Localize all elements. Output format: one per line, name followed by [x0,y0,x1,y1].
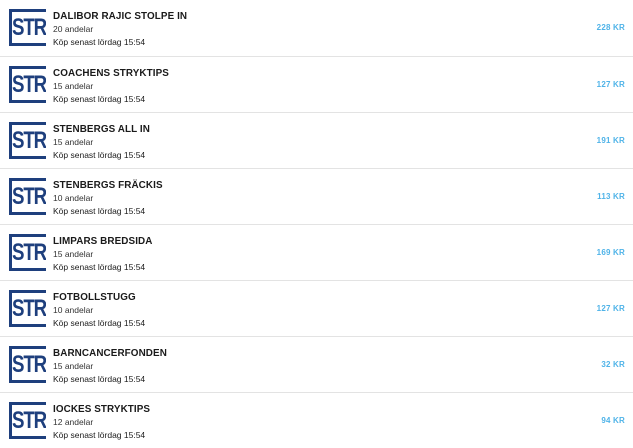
stryktipset-logo-icon: STR [9,178,46,215]
item-shares: 15 andelar [53,249,94,259]
list-item[interactable]: STR COACHENS STRYKTIPS 15 andelar Köp se… [0,57,633,113]
item-deadline: Köp senast lördag 15:54 [53,37,146,47]
item-deadline: Köp senast lördag 15:54 [53,206,146,216]
item-deadline: Köp senast lördag 15:54 [53,94,146,104]
stryktipset-logo-icon: STR [9,9,46,46]
item-title: IOCKES STRYKTIPS [53,403,151,415]
list-item[interactable]: STR IOCKES STRYKTIPS 12 andelar Köp sena… [0,393,633,448]
list-item[interactable]: STR DALIBOR RAJIC STOLPE IN 20 andelar K… [0,0,633,57]
item-deadline: Köp senast lördag 15:54 [53,318,146,328]
list-item[interactable]: STR FOTBOLLSTUGG 10 andelar Köp senast l… [0,281,633,337]
item-price: 127 KR [596,304,625,313]
item-title: STENBERGS ALL IN [53,123,150,135]
andelsspel-list: STR DALIBOR RAJIC STOLPE IN 20 andelar K… [0,0,633,448]
item-price: 32 KR [601,360,625,369]
item-title: FOTBOLLSTUGG [53,291,136,303]
item-deadline: Köp senast lördag 15:54 [53,374,146,384]
item-shares: 12 andelar [53,417,94,427]
item-shares: 15 andelar [53,361,94,371]
stryktipset-logo-icon: STR [9,290,46,327]
stryktipset-logo-icon: STR [9,66,46,103]
item-shares: 15 andelar [53,137,94,147]
item-price: 94 KR [601,416,625,425]
item-deadline: Köp senast lördag 15:54 [53,430,146,440]
stryktipset-logo-icon: STR [9,402,46,439]
item-title: COACHENS STRYKTIPS [53,67,169,79]
list-item[interactable]: STR STENBERGS ALL IN 15 andelar Köp sena… [0,113,633,169]
item-title: LIMPARS BREDSIDA [53,235,153,247]
item-price: 228 KR [596,23,625,32]
item-deadline: Köp senast lördag 15:54 [53,262,146,272]
item-price: 113 KR [597,192,625,201]
list-item[interactable]: STR BARNCANCERFONDEN 15 andelar Köp sena… [0,337,633,393]
item-title: BARNCANCERFONDEN [53,347,167,359]
list-item[interactable]: STR STENBERGS FRÄCKIS 10 andelar Köp sen… [0,169,633,225]
item-title: STENBERGS FRÄCKIS [53,179,163,191]
item-deadline: Köp senast lördag 15:54 [53,150,146,160]
stryktipset-logo-icon: STR [9,346,46,383]
item-price: 191 KR [596,136,625,145]
item-shares: 20 andelar [53,24,94,34]
item-price: 169 KR [596,248,625,257]
item-shares: 10 andelar [53,193,94,203]
stryktipset-logo-icon: STR [9,234,46,271]
item-price: 127 KR [596,80,625,89]
item-shares: 15 andelar [53,81,94,91]
list-item[interactable]: STR LIMPARS BREDSIDA 15 andelar Köp sena… [0,225,633,281]
item-shares: 10 andelar [53,305,94,315]
item-title: DALIBOR RAJIC STOLPE IN [53,10,188,22]
stryktipset-logo-icon: STR [9,122,46,159]
